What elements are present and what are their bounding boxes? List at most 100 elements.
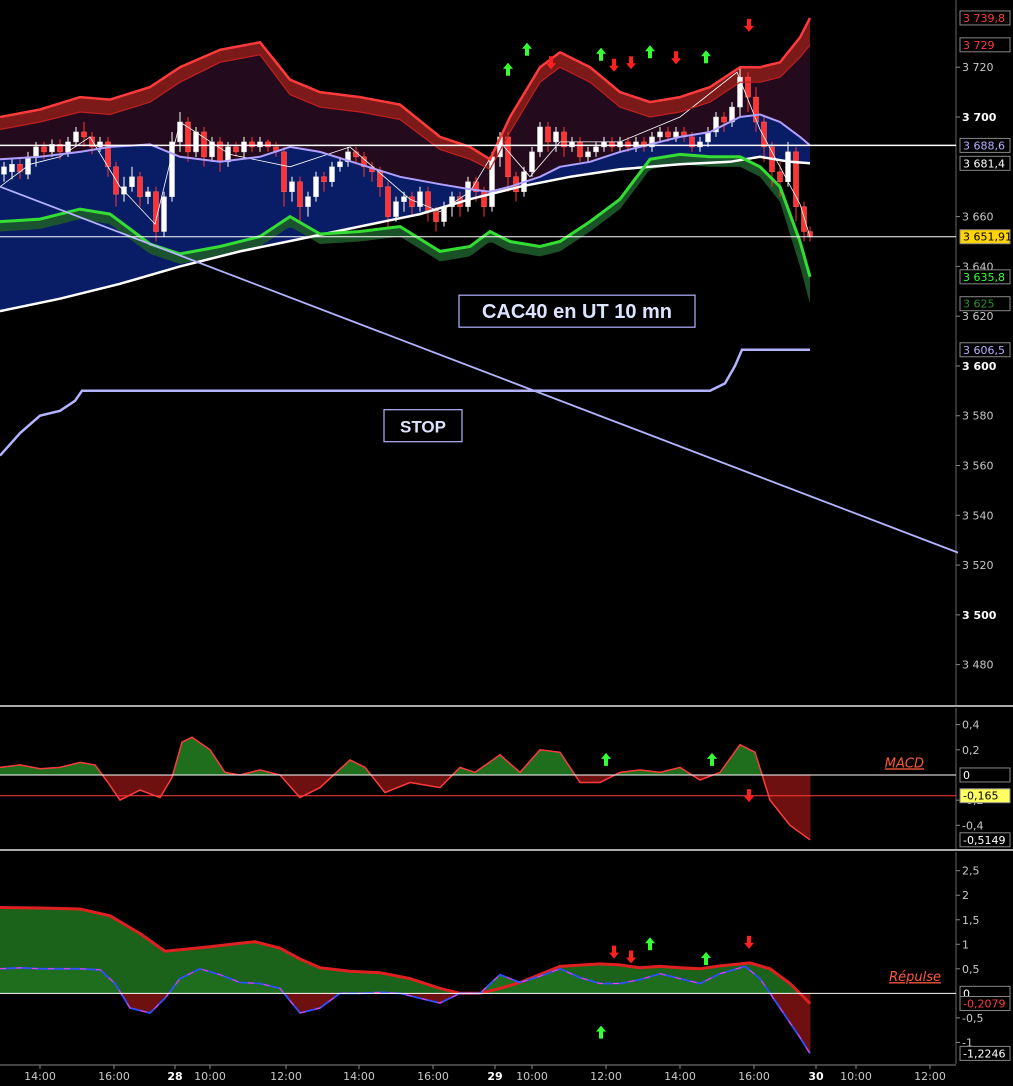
macd-area-segment	[125, 774, 129, 798]
macd-area-segment	[199, 742, 203, 776]
repulse-area-segment	[201, 969, 205, 994]
repulse-area-segment	[231, 979, 235, 994]
repulse-area-segment	[723, 971, 727, 994]
repulse-area-segment	[541, 974, 545, 994]
repulse-area-segment	[707, 978, 711, 994]
repulse-area-segment	[27, 967, 31, 994]
repulse-area-segment	[195, 969, 199, 994]
repulse-area-segment	[91, 969, 95, 994]
macd-area-segment	[43, 768, 47, 776]
macd-area-segment	[147, 774, 151, 795]
repulse-area-segment	[559, 968, 563, 994]
candle-body	[33, 146, 39, 158]
macd-area-segment	[497, 754, 501, 776]
x-tick-label: 30	[808, 1070, 824, 1083]
macd-area-segment	[191, 736, 195, 776]
macd-area-segment	[419, 774, 423, 785]
repulse-area-segment	[143, 993, 147, 1013]
repulse-area-segment	[565, 971, 569, 994]
macd-area-segment	[733, 749, 737, 776]
repulse-area-segment	[219, 974, 223, 994]
macd-area-segment	[195, 739, 199, 776]
candle-body	[337, 161, 343, 168]
macd-area-segment	[533, 753, 537, 776]
repulse-area-segment	[669, 975, 673, 994]
repulse-area-segment	[575, 975, 579, 994]
macd-area-segment	[745, 747, 749, 776]
x-tick-label: 16:00	[738, 1070, 770, 1083]
price-tick-label: 3 720	[962, 61, 994, 74]
repulse-area-segment	[501, 975, 505, 994]
macd-area-segment	[547, 750, 551, 776]
repulse-area-segment	[5, 968, 9, 994]
macd-area-segment	[41, 768, 45, 776]
repulse-area-segment	[25, 967, 29, 994]
repulse-area-segment	[187, 973, 191, 994]
candle-body	[385, 186, 391, 217]
macd-area-segment	[437, 774, 441, 788]
repulse-area-segment	[263, 984, 267, 994]
repulse-area-segment	[675, 977, 679, 994]
macd-area-segment	[551, 751, 555, 776]
repulse-area-segment	[621, 982, 625, 994]
candle-body	[41, 146, 47, 153]
repulse-area-segment	[631, 980, 635, 994]
price-tick-label: 3 620	[962, 310, 994, 323]
macd-tick-label: -0,4	[962, 819, 983, 832]
macd-area-segment	[807, 774, 811, 841]
repulse-area-segment	[593, 981, 597, 994]
repulse-area-segment	[589, 980, 593, 994]
macd-area-segment	[539, 749, 543, 776]
macd-area-segment	[801, 774, 805, 836]
macd-area-segment	[0, 766, 3, 776]
candle-body	[313, 176, 319, 197]
repulse-area-segment	[639, 978, 643, 994]
macd-area-segment	[351, 760, 355, 776]
macd-area-segment	[201, 743, 205, 776]
candle-body	[297, 181, 303, 207]
repulse-area-segment	[141, 993, 145, 1012]
macd-area-segment	[127, 774, 131, 797]
repulse-area-segment	[129, 993, 133, 1009]
macd-area-segment	[203, 745, 207, 776]
candle-body	[745, 76, 751, 98]
macd-area-segment	[131, 774, 135, 795]
price-value-tag: 3 739,8	[963, 12, 1005, 25]
macd-value-tag: -0,5149	[963, 834, 1005, 847]
repulse-area-segment	[581, 977, 585, 994]
macd-tick-label: 0,2	[962, 744, 980, 757]
macd-area-segment	[51, 767, 55, 776]
macd-area-segment	[773, 774, 777, 809]
macd-area-segment	[5, 766, 9, 776]
chart-canvas: CAC40 en UT 10 mnSTOP3 7203 7003 6603 64…	[0, 0, 1013, 1086]
repulse-area-segment	[745, 966, 749, 994]
repulse-area-segment	[251, 982, 255, 994]
repulse-area-segment	[41, 968, 45, 994]
price-value-tag: 3 729	[963, 39, 995, 52]
repulse-area-segment	[787, 993, 791, 1024]
candle-body	[161, 196, 167, 232]
repulse-area-segment	[47, 968, 51, 994]
macd-value-tag: -0,165	[963, 790, 998, 803]
annotation-label: STOP	[400, 418, 446, 437]
macd-area-segment	[769, 774, 773, 804]
repulse-area-segment	[529, 978, 533, 994]
macd-area-segment	[597, 774, 601, 783]
x-tick-label: 12:00	[270, 1070, 302, 1083]
repulse-area-segment	[673, 976, 677, 994]
repulse-area-segment	[311, 993, 315, 1011]
repulse-area-segment	[85, 968, 89, 994]
macd-area-segment	[153, 774, 157, 797]
candle-body	[785, 151, 791, 182]
macd-area-segment	[541, 749, 545, 776]
macd-area-segment	[349, 759, 353, 776]
macd-area-segment	[747, 748, 751, 776]
repulse-area-segment	[233, 979, 237, 994]
macd-area-segment	[593, 774, 597, 783]
repulse-area-segment	[299, 993, 303, 1014]
macd-label: MACD	[885, 756, 924, 771]
repulse-area-segment	[527, 979, 531, 994]
x-tick-label: 28	[167, 1070, 182, 1083]
macd-area-segment	[143, 774, 147, 793]
repulse-area-segment	[615, 983, 619, 994]
